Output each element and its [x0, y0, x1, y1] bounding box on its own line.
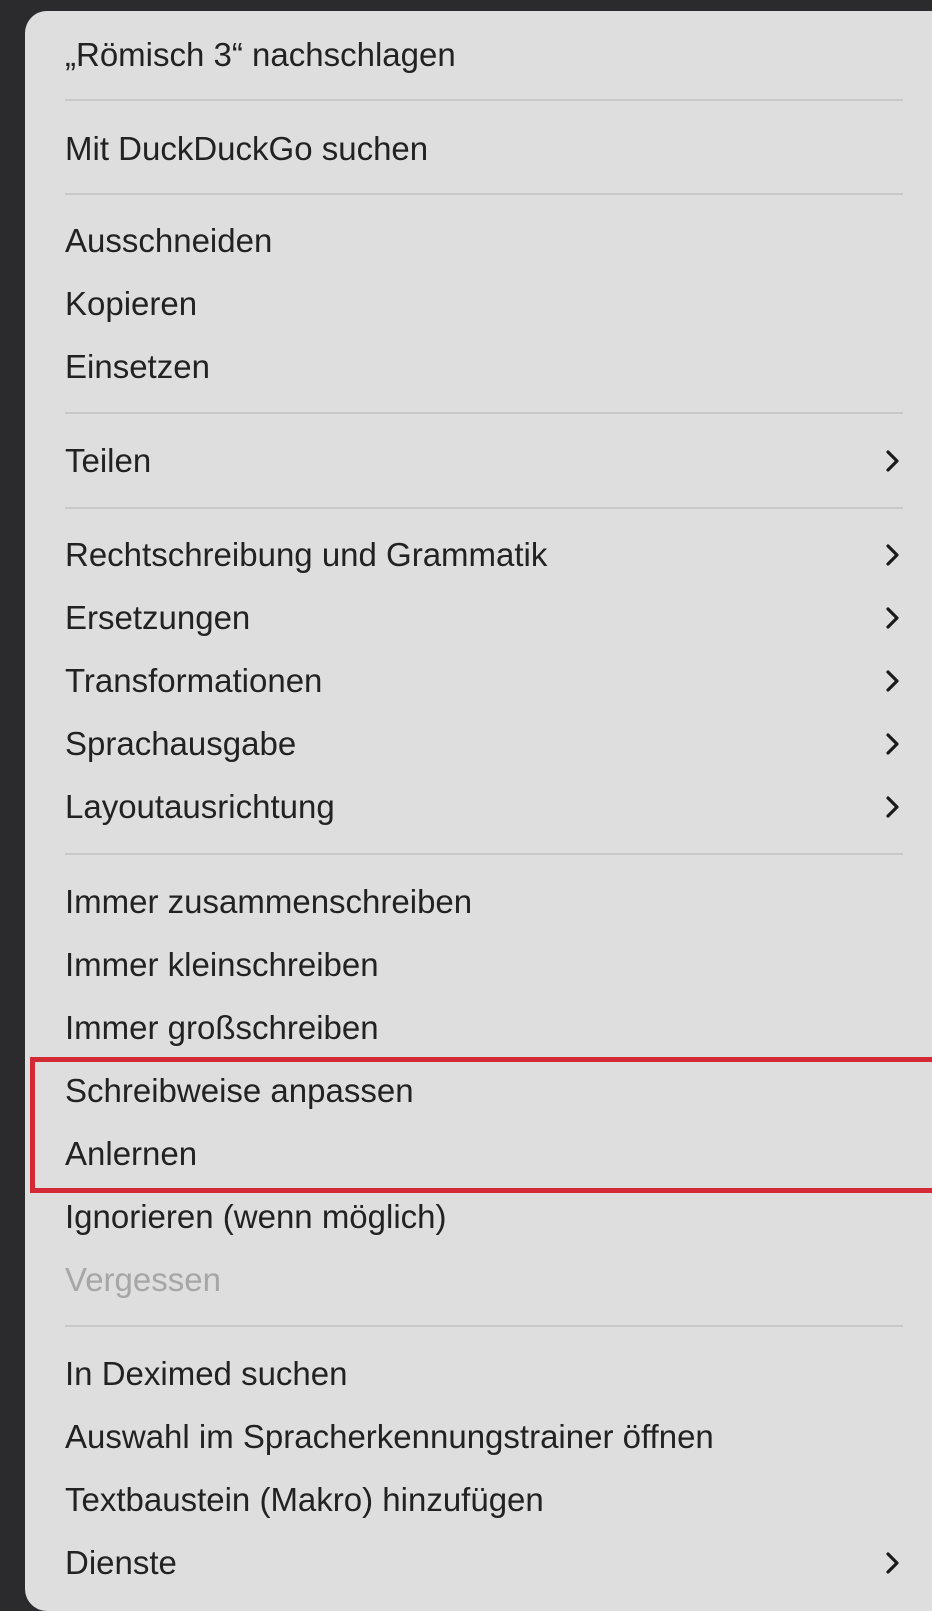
menu-item-immer-zusammenschreiben[interactable]: Immer zusammenschreiben: [65, 877, 925, 927]
menu-item-in-deximed-suchen[interactable]: In Deximed suchen: [65, 1349, 925, 1399]
chevron-right-icon: [886, 796, 899, 818]
menu-item-ignorieren[interactable]: Ignorieren (wenn möglich): [65, 1192, 925, 1242]
chevron-right-icon: [886, 544, 899, 566]
chevron-right-icon: [886, 607, 899, 629]
menu-item-schreibweise-anpassen[interactable]: Schreibweise anpassen: [65, 1066, 925, 1116]
menu-item-textbaustein-hinzufuegen[interactable]: Textbaustein (Makro) hinzufügen: [65, 1475, 925, 1525]
chevron-right-icon: [886, 450, 899, 472]
chevron-right-icon: [886, 1552, 899, 1574]
menu-item-dienste[interactable]: Dienste: [65, 1538, 925, 1588]
menu-separator: [65, 507, 903, 509]
menu-item-transformationen[interactable]: Transformationen: [65, 656, 925, 706]
menu-item-immer-grossschreiben[interactable]: Immer großschreiben: [65, 1003, 925, 1053]
menu-separator: [65, 412, 903, 414]
menu-separator: [65, 193, 903, 195]
menu-item-einsetzen[interactable]: Einsetzen: [65, 342, 925, 392]
menu-separator: [65, 99, 903, 101]
menu-item-anlernen[interactable]: Anlernen: [65, 1129, 925, 1179]
context-menu: „Römisch 3“ nachschlagen Mit DuckDuckGo …: [25, 11, 932, 1611]
menu-item-vergessen: Vergessen: [65, 1261, 221, 1298]
menu-item-spracherkennungstrainer-oeffnen[interactable]: Auswahl im Spracherkennungstrainer öffne…: [65, 1412, 925, 1462]
menu-item-teilen[interactable]: Teilen: [65, 436, 925, 486]
menu-item-sprachausgabe[interactable]: Sprachausgabe: [65, 719, 925, 769]
chevron-right-icon: [886, 670, 899, 692]
menu-item-ausschneiden[interactable]: Ausschneiden: [65, 216, 925, 266]
menu-item-kopieren[interactable]: Kopieren: [65, 279, 925, 329]
menu-item-nachschlagen[interactable]: „Römisch 3“ nachschlagen: [65, 30, 925, 80]
menu-item-ersetzungen[interactable]: Ersetzungen: [65, 593, 925, 643]
chevron-right-icon: [886, 733, 899, 755]
menu-item-rechtschreibung-und-grammatik[interactable]: Rechtschreibung und Grammatik: [65, 530, 925, 580]
menu-separator: [65, 1325, 903, 1327]
menu-item-duckduckgo-suchen[interactable]: Mit DuckDuckGo suchen: [65, 124, 925, 174]
menu-item-immer-kleinschreiben[interactable]: Immer kleinschreiben: [65, 940, 925, 990]
menu-item-layoutausrichtung[interactable]: Layoutausrichtung: [65, 782, 925, 832]
menu-separator: [65, 853, 903, 855]
